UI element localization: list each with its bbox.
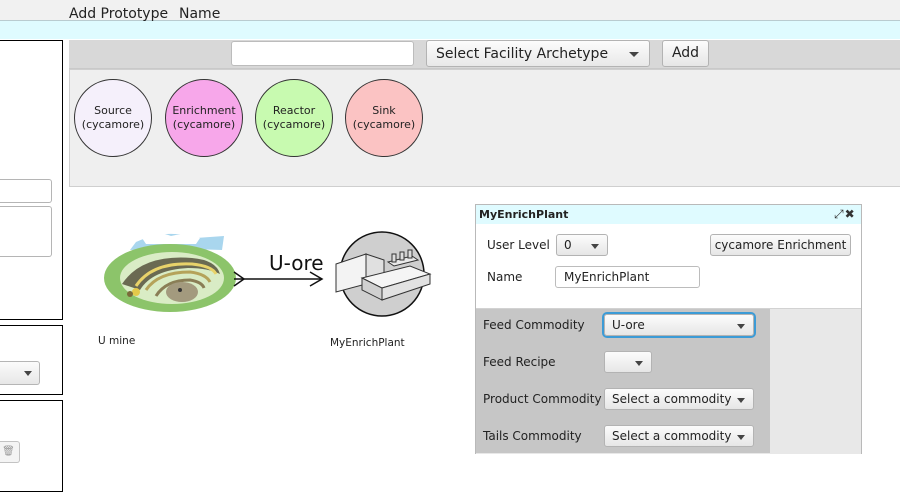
prototype-name: Reactor xyxy=(272,104,316,117)
node-label-myenrichplant: MyEnrichPlant xyxy=(330,337,405,349)
facility-window-title: MyEnrichPlant xyxy=(479,208,569,221)
chevron-down-icon xyxy=(737,324,745,329)
chevron-down-icon xyxy=(737,435,745,440)
archetype-button[interactable]: cycamore Enrichment xyxy=(710,234,851,256)
prototype-name: Enrichment xyxy=(172,104,236,117)
add-prototype-button[interactable]: Add xyxy=(662,40,709,67)
window-controls: ⤢✖ xyxy=(834,207,856,222)
feed-recipe-label: Feed Recipe xyxy=(483,355,556,369)
enrichment-facility-icon[interactable] xyxy=(332,228,438,320)
chevron-down-icon xyxy=(629,52,639,57)
product-commodity-label: Product Commodity xyxy=(483,392,602,406)
prototype-library: (cycamore) xyxy=(172,118,236,131)
chevron-down-icon xyxy=(24,371,32,376)
prototype-name: Source xyxy=(94,104,132,117)
user-level-select[interactable]: 0 xyxy=(556,234,608,256)
prototype-reactor[interactable]: Reactor (cycamore) xyxy=(255,79,333,157)
arc-label-u-ore: U-ore xyxy=(269,251,324,275)
facility-name-input[interactable]: MyEnrichPlant xyxy=(555,266,700,288)
name-label: Name xyxy=(179,6,221,22)
tails-commodity-value: Select a commodity xyxy=(612,429,732,443)
prototype-name-input[interactable] xyxy=(231,41,414,66)
facility-name-label: Name xyxy=(487,270,523,284)
facility-archetype-select-value: Select Facility Archetype xyxy=(436,46,609,62)
feed-commodity-value: U-ore xyxy=(612,318,645,332)
trash-icon[interactable]: 🗑 xyxy=(0,441,20,463)
prototype-enrichment[interactable]: Enrichment (cycamore) xyxy=(165,79,243,157)
close-icon[interactable]: ✖ xyxy=(845,207,856,221)
left-panel-textarea[interactable] xyxy=(0,206,52,257)
feed-commodity-label: Feed Commodity xyxy=(483,318,585,332)
tails-commodity-label: Tails Commodity xyxy=(483,429,582,443)
prototype-library: (cycamore) xyxy=(81,118,145,131)
prototype-library: (cycamore) xyxy=(262,118,326,131)
left-panel-input[interactable] xyxy=(0,179,52,203)
facility-archetype-select[interactable]: Select Facility Archetype xyxy=(426,40,650,67)
user-level-value: 0 xyxy=(564,238,572,252)
node-label-u-mine: U mine xyxy=(98,335,136,347)
product-commodity-select[interactable]: Select a commodity xyxy=(604,388,754,410)
prototype-name: Sink xyxy=(372,104,396,117)
chevron-down-icon xyxy=(737,398,745,403)
user-level-label: User Level xyxy=(487,238,550,252)
feed-recipe-select[interactable] xyxy=(604,351,652,373)
chevron-down-icon xyxy=(635,361,643,366)
feed-commodity-select[interactable]: U-ore xyxy=(604,314,754,336)
left-panel-select[interactable] xyxy=(0,361,40,385)
prototype-library: (cycamore) xyxy=(352,118,416,131)
prototype-sink[interactable]: Sink (cycamore) xyxy=(345,79,423,157)
expand-icon[interactable]: ⤢ xyxy=(834,207,845,221)
add-prototype-label: Add Prototype xyxy=(69,6,169,22)
product-commodity-value: Select a commodity xyxy=(612,392,732,406)
tails-commodity-select[interactable]: Select a commodity xyxy=(604,425,754,447)
chevron-down-icon xyxy=(591,244,599,249)
window-header-strip xyxy=(0,21,900,39)
prototype-source[interactable]: Source (cycamore) xyxy=(74,79,152,157)
